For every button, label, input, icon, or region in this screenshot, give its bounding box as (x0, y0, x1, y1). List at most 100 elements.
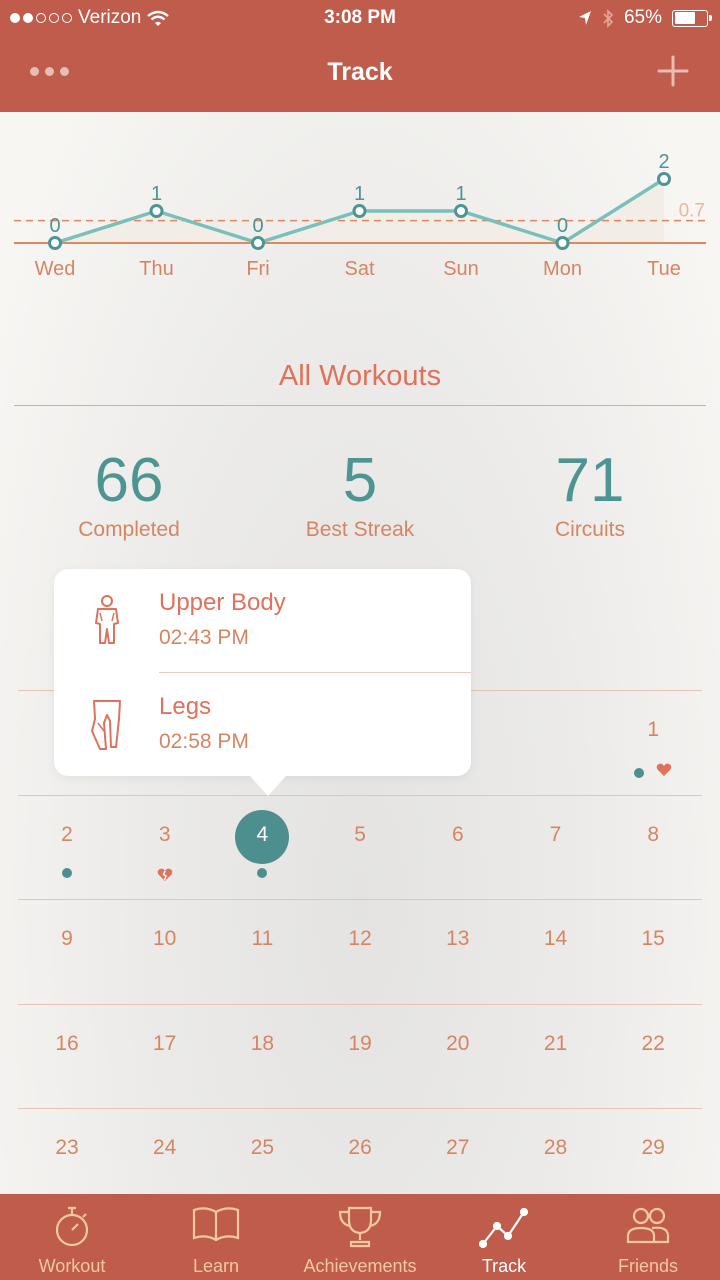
day-number: 10 (153, 927, 177, 950)
chart-point (454, 204, 468, 218)
day-number: 14 (543, 927, 568, 950)
day-number: 1 (647, 718, 660, 741)
day-number: 15 (641, 927, 665, 950)
chart-data-label: 0 (49, 215, 60, 237)
stats-row: 66 Completed 5 Best Streak 71 Circuits (0, 444, 720, 554)
stat-label: Circuits (554, 518, 625, 541)
calendar-day[interactable]: 22 (604, 1005, 702, 1109)
day-marks (18, 867, 116, 878)
chart-tick-label: Mon (543, 258, 582, 280)
chart-tick-label: Thu (139, 258, 173, 280)
top-bar: Verizon 3:08 PM 65% Track (0, 0, 720, 112)
day-number: 8 (647, 822, 660, 846)
battery-icon (672, 9, 712, 27)
chart-data-label: 0 (252, 215, 263, 237)
section-title: All Workouts (14, 360, 706, 406)
day-number: 17 (153, 1031, 177, 1055)
calendar-day[interactable]: 4 (213, 796, 311, 900)
calendar-day[interactable]: 5 (311, 796, 409, 900)
calendar-day[interactable]: 6 (409, 796, 507, 900)
day-number: 25 (250, 1136, 275, 1159)
day-number: 7 (549, 822, 562, 846)
calendar-day[interactable]: 18 (213, 1005, 311, 1109)
chart-point (352, 204, 367, 218)
calendar-day[interactable]: 2 (18, 796, 116, 900)
location-arrow-icon (578, 11, 591, 25)
status-right: 65% (578, 7, 712, 29)
calendar-day[interactable]: 12 (311, 900, 409, 1004)
stat-best-streak: 5 Best Streak (250, 444, 470, 542)
calendar-day[interactable]: 3 (116, 796, 214, 900)
chart-point (48, 236, 62, 250)
calendar-week: 9 10 11 12 13 14 15 (18, 899, 702, 1004)
tab-learn[interactable]: Learn (144, 1194, 288, 1280)
calendar-day[interactable]: 15 (604, 900, 702, 1004)
book-icon (192, 1207, 240, 1242)
chart-average-label: 0.7 (679, 201, 705, 222)
workout-dot-icon (634, 767, 645, 778)
stat-circuits: 71 Circuits (480, 444, 700, 542)
workout-item-upper-body[interactable]: Upper Body 02:43 PM (54, 569, 471, 673)
day-number: 18 (250, 1031, 275, 1055)
tab-workout[interactable]: Workout (0, 1194, 144, 1280)
calendar-day[interactable]: 7 (507, 796, 605, 900)
calendar-day[interactable]: 8 (604, 796, 702, 900)
chart-point (657, 172, 671, 186)
calendar-day[interactable]: 9 (18, 900, 116, 1004)
tab-label: Achievements (303, 1256, 417, 1276)
calendar-day[interactable]: 20 (409, 1005, 507, 1109)
stat-value: 71 (555, 446, 625, 515)
stopwatch-icon (55, 1206, 89, 1247)
chart-tick-label: Tue (647, 258, 681, 280)
day-number: 12 (348, 927, 372, 950)
calendar-day[interactable]: 17 (116, 1005, 214, 1109)
app-screen: Verizon 3:08 PM 65% Track 0.7 0 Wed 1 Th… (0, 0, 720, 1280)
day-number: 22 (641, 1031, 665, 1055)
tab-track[interactable]: Track (432, 1194, 576, 1280)
tab-friends[interactable]: Friends (576, 1194, 720, 1280)
trophy-icon (338, 1206, 382, 1248)
calendar-day[interactable]: 16 (18, 1005, 116, 1109)
chart-tick-label: Fri (246, 258, 269, 280)
tab-bar: Workout Learn Achievements Track Friends (0, 1194, 720, 1280)
chart-tick-label: Sun (443, 258, 479, 280)
day-number: 28 (543, 1136, 568, 1159)
calendar-day[interactable]: 11 (213, 900, 311, 1004)
calendar-day[interactable]: 13 (409, 900, 507, 1004)
chart-data-label: 0 (557, 215, 568, 237)
day-number: 2 (61, 822, 73, 846)
tab-label: Learn (192, 1256, 240, 1276)
workout-dot-icon (257, 867, 268, 878)
workout-item-legs[interactable]: Legs 02:58 PM (54, 673, 471, 777)
chart-data-label: 2 (658, 151, 669, 173)
tab-achievements[interactable]: Achievements (288, 1194, 432, 1280)
plus-icon[interactable] (656, 54, 690, 88)
calendar-day[interactable]: 21 (507, 1005, 605, 1109)
calendar-day[interactable]: 1 (604, 691, 702, 795)
calendar-week: 2 3 4 5 6 7 8 (18, 794, 702, 900)
legs-icon (91, 700, 121, 750)
chart-data-label: 1 (455, 183, 466, 205)
day-number: 9 (61, 927, 73, 950)
workout-popover: Upper Body 02:43 PM Legs 02:58 PM (54, 569, 471, 796)
calendar-day[interactable]: 10 (116, 900, 214, 1004)
stat-label: Completed (78, 518, 180, 541)
day-number: 4 (256, 822, 269, 846)
friends-icon (626, 1207, 670, 1244)
workout-dot-icon (62, 867, 72, 878)
day-number: 5 (354, 822, 366, 846)
day-number: 13 (446, 927, 470, 950)
calendar-day[interactable]: 19 (311, 1005, 409, 1109)
bluetooth-icon (603, 8, 614, 28)
workout-time: 02:43 PM (159, 626, 249, 649)
day-number: 29 (641, 1136, 665, 1159)
status-bar: Verizon 3:08 PM 65% (0, 0, 720, 38)
day-number: 6 (451, 822, 464, 846)
weekly-workouts-chart: 0.7 0 Wed 1 Thu 0 Fri 1 Sat 1 Sun 0 Mon 2 Tue (14, 151, 706, 280)
calendar-day[interactable]: 14 (507, 900, 605, 1004)
workout-time: 02:58 PM (159, 730, 249, 753)
stat-value: 66 (94, 446, 164, 515)
upper-body-icon (95, 595, 119, 644)
chart-data-label: 1 (354, 183, 365, 205)
workout-name: Upper Body (159, 589, 286, 616)
